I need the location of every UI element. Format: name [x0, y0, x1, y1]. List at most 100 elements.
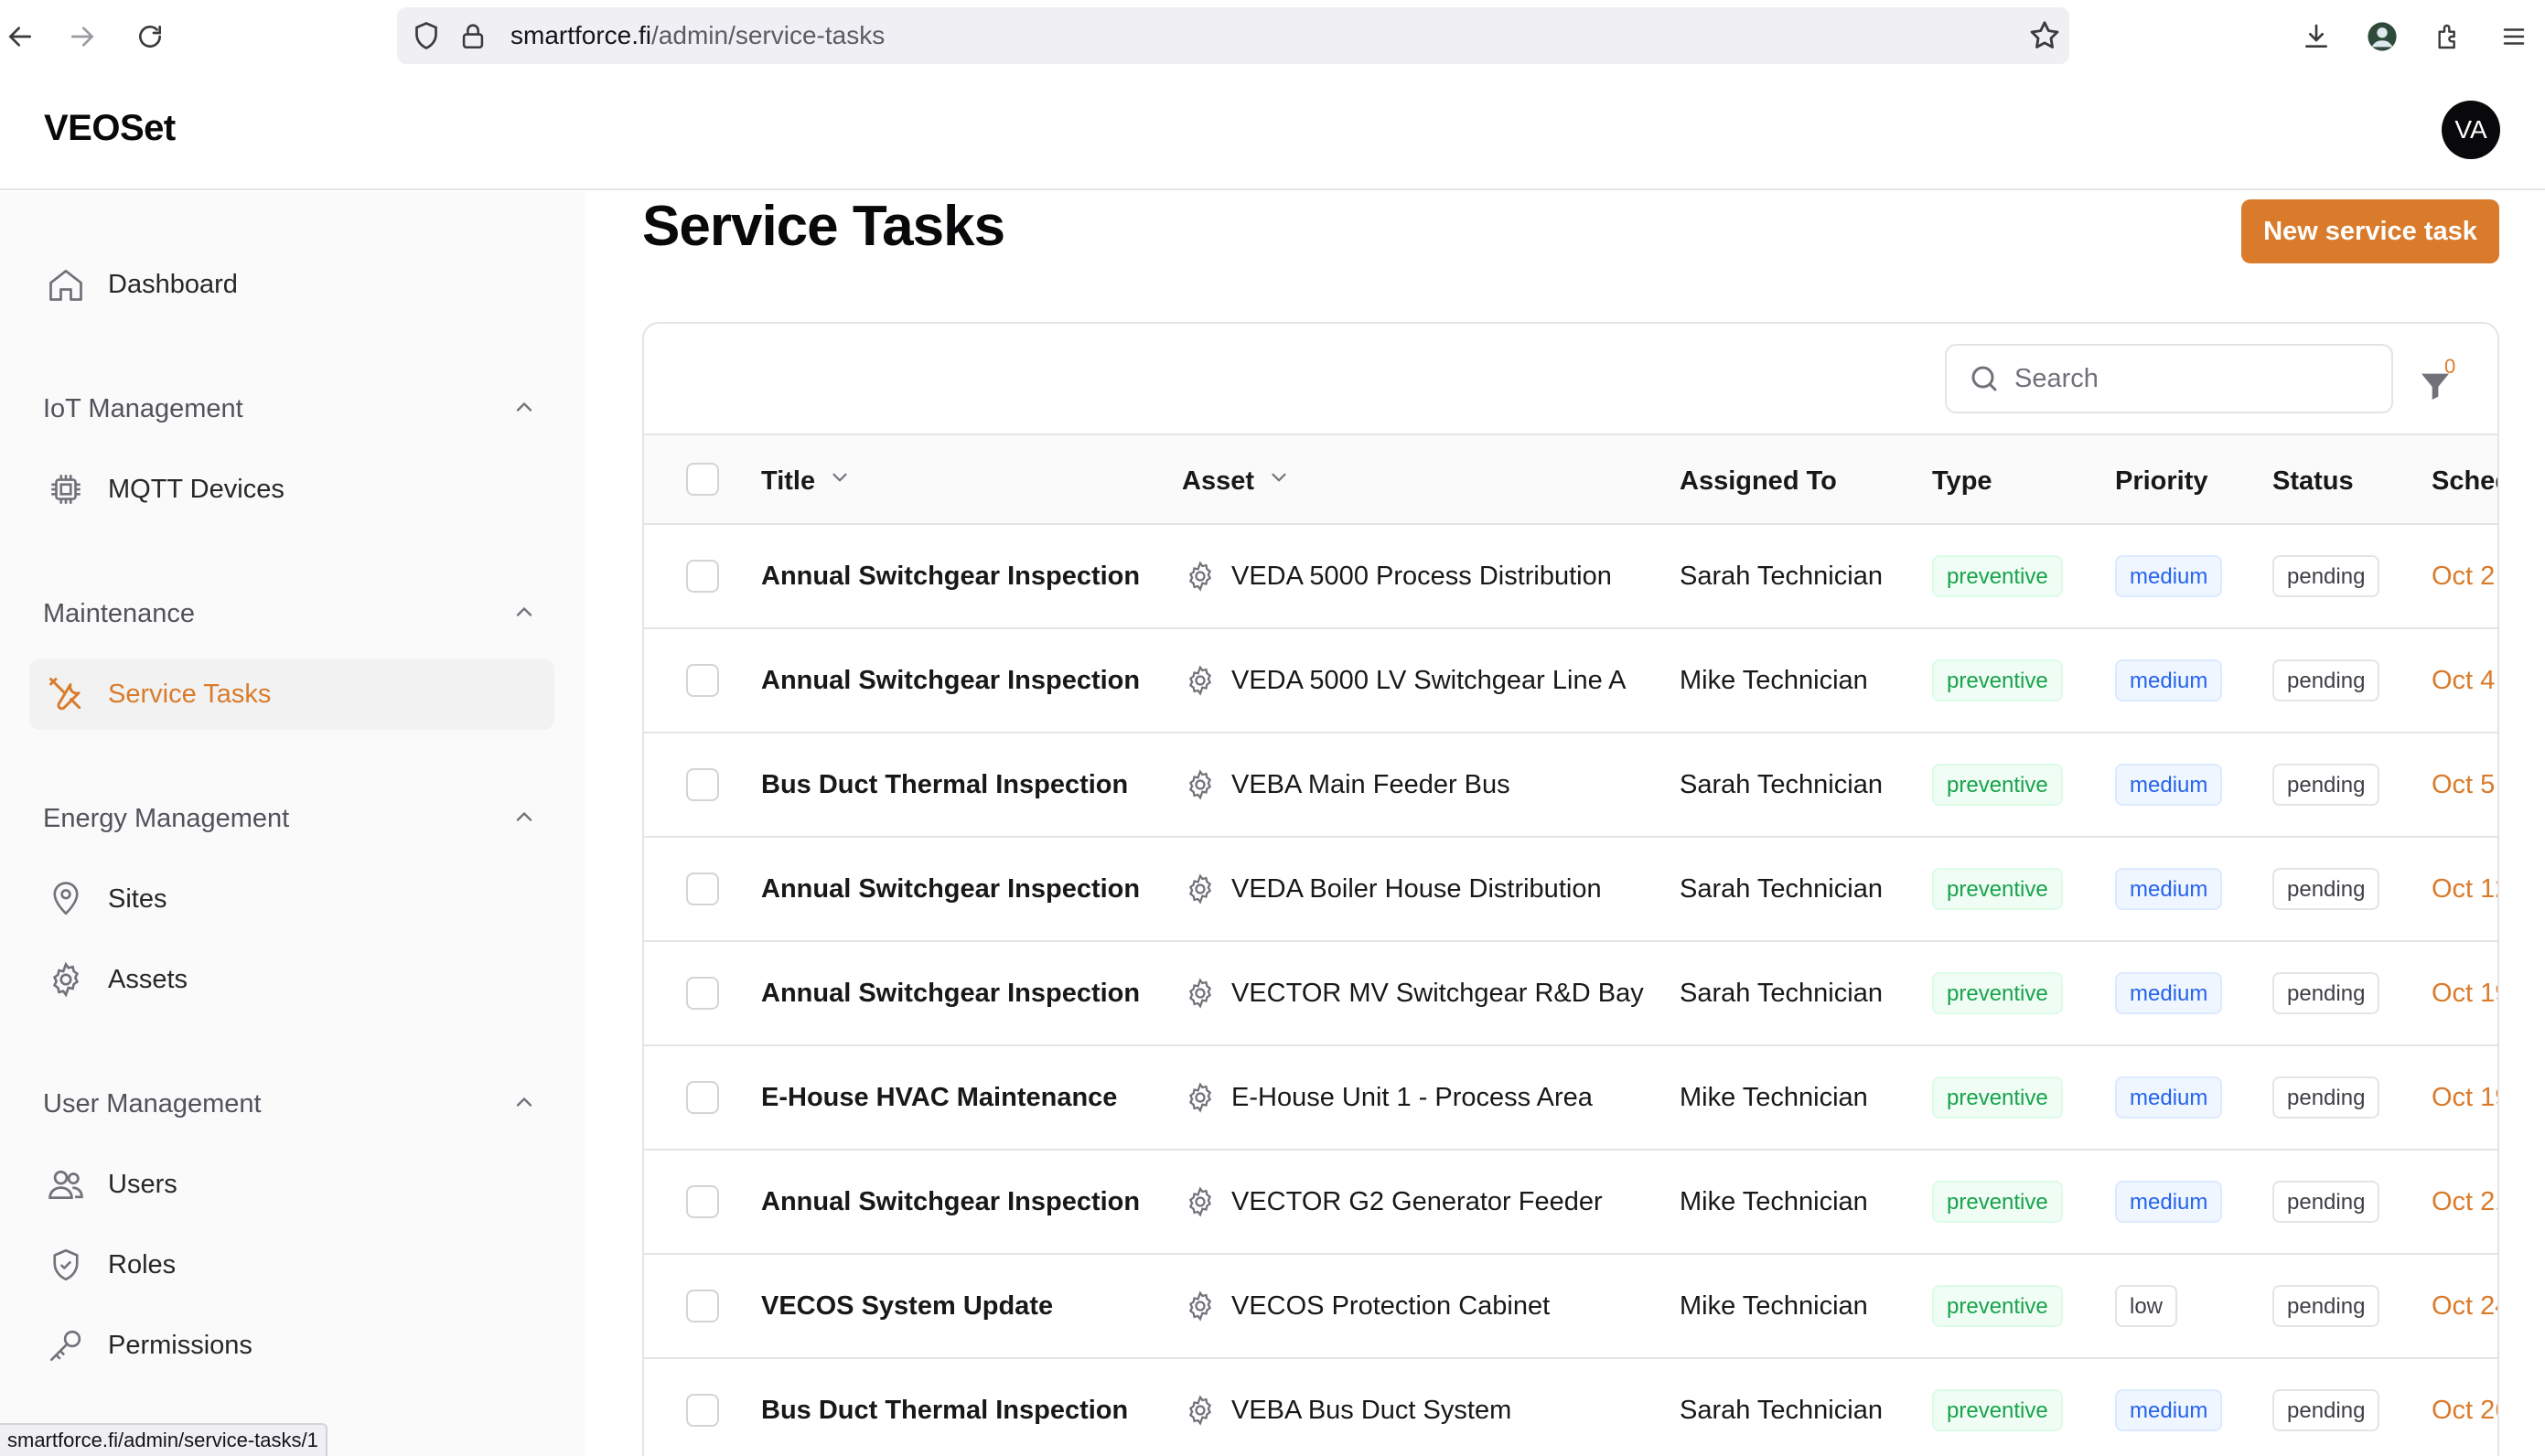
task-assignee: Mike Technician — [1680, 665, 1868, 695]
status-badge: pending — [2272, 1076, 2380, 1119]
task-title[interactable]: VECOS System Update — [761, 1255, 1053, 1357]
sidebar-item-dashboard[interactable]: Dashboard — [29, 249, 554, 320]
task-asset[interactable]: VEDA 5000 LV Switchgear Line A — [1182, 629, 1627, 732]
sidebar-item-roles[interactable]: Roles — [29, 1229, 554, 1301]
url-text[interactable]: smartforce.fi/admin/service-tasks — [510, 7, 885, 64]
task-asset[interactable]: VECTOR MV Switchgear R&D Bay — [1182, 942, 1644, 1044]
asset-name: VEBA Main Feeder Bus — [1231, 769, 1510, 799]
section-energy-management[interactable]: Energy Management — [43, 796, 537, 841]
row-checkbox[interactable] — [686, 873, 719, 905]
task-asset[interactable]: VEDA Boiler House Distribution — [1182, 838, 1602, 940]
row-checkbox[interactable] — [686, 1081, 719, 1114]
task-title[interactable]: Bus Duct Thermal Inspection — [761, 1359, 1128, 1456]
priority-cell: medium — [2115, 1151, 2223, 1253]
gear-icon — [1182, 766, 1219, 803]
task-title[interactable]: E-House HVAC Maintenance — [761, 1046, 1117, 1149]
extensions-icon[interactable] — [2428, 16, 2468, 57]
task-title[interactable]: Annual Switchgear Inspection — [761, 525, 1140, 627]
user-avatar[interactable]: VA — [2442, 101, 2500, 159]
column-priority: Priority — [2115, 466, 2208, 496]
type-badge: preventive — [1932, 764, 2063, 806]
task-asset[interactable]: VEBA Main Feeder Bus — [1182, 733, 1510, 836]
table-row[interactable]: Annual Switchgear Inspection VEDA 5000 LV… — [644, 629, 2497, 733]
search-box[interactable] — [1945, 344, 2393, 413]
profile-icon[interactable] — [2362, 16, 2402, 57]
reload-icon[interactable] — [130, 16, 170, 57]
chevron-up-icon — [511, 804, 537, 834]
filter-button[interactable]: 0 — [2417, 353, 2472, 408]
sidebar-item-label: MQTT Devices — [108, 474, 285, 504]
row-checkbox[interactable] — [686, 560, 719, 593]
table-row[interactable]: VECOS System Update VECOS Protection Cabi… — [644, 1255, 2497, 1359]
sidebar-item-users[interactable]: Users — [29, 1149, 554, 1220]
brand-logo[interactable]: VEOSet — [44, 108, 176, 149]
sidebar-item-permissions[interactable]: Permissions — [29, 1310, 554, 1381]
task-asset[interactable]: E-House Unit 1 - Process Area — [1182, 1046, 1593, 1149]
download-icon[interactable] — [2296, 16, 2336, 57]
table-row[interactable]: E-House HVAC Maintenance E-House Unit 1 -… — [644, 1046, 2497, 1151]
forward-icon[interactable] — [62, 16, 102, 57]
task-title[interactable]: Annual Switchgear Inspection — [761, 629, 1140, 732]
task-asset[interactable]: VECOS Protection Cabinet — [1182, 1255, 1550, 1357]
row-checkbox[interactable] — [686, 664, 719, 697]
asset-name: VEDA Boiler House Distribution — [1231, 873, 1602, 904]
address-bar[interactable]: smartforce.fi/admin/service-tasks — [397, 7, 2069, 64]
task-asset[interactable]: VEDA 5000 Process Distribution — [1182, 525, 1612, 627]
task-title[interactable]: Annual Switchgear Inspection — [761, 942, 1140, 1044]
column-asset[interactable]: Asset — [1182, 435, 1291, 527]
sidebar-item-mqtt-devices[interactable]: MQTT Devices — [29, 454, 554, 525]
back-icon[interactable] — [0, 16, 40, 57]
status-cell: pending — [2272, 1255, 2380, 1357]
task-assignee: Mike Technician — [1680, 1186, 1868, 1216]
lock-icon[interactable] — [457, 18, 489, 58]
sidebar-item-assets[interactable]: Assets — [29, 944, 554, 1015]
table-row[interactable]: Annual Switchgear Inspection VEDA 5000 Pr… — [644, 525, 2497, 629]
task-assignee: Sarah Technician — [1680, 873, 1883, 904]
section-maintenance[interactable]: Maintenance — [43, 591, 537, 637]
row-checkbox[interactable] — [686, 1394, 719, 1427]
task-title[interactable]: Annual Switchgear Inspection — [761, 1151, 1140, 1253]
task-asset[interactable]: VECTOR G2 Generator Feeder — [1182, 1151, 1603, 1253]
table-row[interactable]: Bus Duct Thermal Inspection VEBA Bus Duct… — [644, 1359, 2497, 1456]
home-icon — [31, 249, 101, 320]
task-title[interactable]: Annual Switchgear Inspection — [761, 838, 1140, 940]
row-checkbox[interactable] — [686, 1290, 719, 1322]
scheduled-date: Oct 26 — [2432, 1395, 2497, 1425]
row-checkbox[interactable] — [686, 977, 719, 1010]
column-title[interactable]: Title — [761, 435, 852, 527]
menu-icon[interactable] — [2494, 16, 2534, 57]
section-iot-management[interactable]: IoT Management — [43, 386, 537, 432]
task-asset[interactable]: VEBA Bus Duct System — [1182, 1359, 1511, 1456]
sidebar-item-service-tasks[interactable]: Service Tasks — [29, 658, 554, 730]
type-cell: preventive — [1932, 525, 2063, 627]
section-user-management[interactable]: User Management — [43, 1081, 537, 1127]
table-row[interactable]: Annual Switchgear Inspection VECTOR G2 Ge… — [644, 1151, 2497, 1255]
type-cell: preventive — [1932, 1046, 2063, 1149]
type-badge: preventive — [1932, 972, 2063, 1014]
sidebar-item-sites[interactable]: Sites — [29, 863, 554, 935]
task-title[interactable]: Bus Duct Thermal Inspection — [761, 733, 1128, 836]
row-checkbox[interactable] — [686, 768, 719, 801]
gear-icon — [1182, 558, 1219, 594]
sidebar-item-label: Sites — [108, 883, 167, 914]
table-row[interactable]: Annual Switchgear Inspection VECTOR MV Sw… — [644, 942, 2497, 1046]
priority-badge: low — [2115, 1285, 2178, 1327]
priority-cell: medium — [2115, 733, 2223, 836]
select-all-checkbox[interactable] — [686, 463, 719, 496]
shield-icon[interactable] — [410, 18, 443, 58]
bookmark-star-icon[interactable] — [2027, 18, 2062, 58]
table-row[interactable]: Bus Duct Thermal Inspection VEBA Main Fee… — [644, 733, 2497, 838]
new-service-task-button[interactable]: New service task — [2241, 199, 2499, 263]
gear-icon — [1182, 1288, 1219, 1324]
type-cell: preventive — [1932, 1151, 2063, 1253]
search-input[interactable] — [2014, 363, 2362, 394]
scheduled-date: Oct 12 — [2432, 873, 2497, 904]
table-row[interactable]: Annual Switchgear Inspection VEDA Boiler … — [644, 838, 2497, 942]
row-checkbox[interactable] — [686, 1185, 719, 1218]
users-icon — [31, 1149, 101, 1220]
status-cell: pending — [2272, 733, 2380, 836]
gear-icon — [1182, 1183, 1219, 1220]
priority-badge: medium — [2115, 659, 2223, 701]
chevron-down-icon — [1267, 466, 1291, 497]
type-cell: preventive — [1932, 1255, 2063, 1357]
